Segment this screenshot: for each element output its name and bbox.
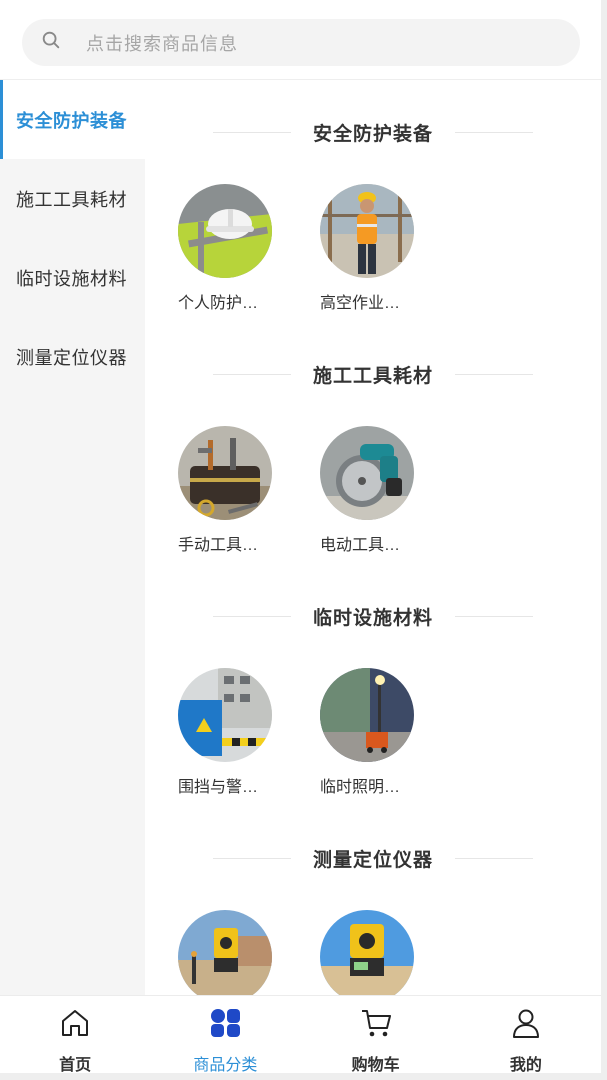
- product-name: 手动工具…: [178, 537, 259, 554]
- tab-home[interactable]: 首页: [0, 996, 150, 1074]
- light-tower-image: [320, 668, 414, 762]
- product-name: 电动工具…: [320, 537, 401, 554]
- toolbag-image: [178, 426, 272, 520]
- product-item-power-tools[interactable]: 电动工具…: [320, 426, 462, 555]
- sidebar-item-safety[interactable]: 安全防护装备: [0, 80, 145, 159]
- bottom-tab-bar: 首页 商品分类 购物车 我的: [0, 995, 601, 1074]
- product-name: 围挡与警…: [178, 779, 259, 796]
- section-title: 安全防护装备: [312, 123, 433, 145]
- divider: [455, 615, 533, 617]
- section-header: 施工工具耗材: [145, 360, 601, 388]
- fence-image: [178, 668, 272, 762]
- tab-label: 首页: [59, 1057, 92, 1074]
- section-title: 施工工具耗材: [312, 365, 433, 387]
- tab-category[interactable]: 商品分类: [150, 996, 300, 1074]
- category-sidebar: 安全防护装备 施工工具耗材 临时设施材料 测量定位仪器: [0, 80, 145, 995]
- divider: [212, 131, 291, 133]
- user-icon: [509, 1006, 543, 1045]
- section-tools: 施工工具耗材 手动工具… 电动工具…: [145, 322, 601, 564]
- search-header: 点击搜索商品信息: [0, 0, 601, 80]
- product-name: 高空作业…: [320, 295, 401, 312]
- product-list: 手动工具… 电动工具…: [178, 426, 462, 555]
- product-item-temporary-lighting[interactable]: 临时照明…: [320, 668, 462, 797]
- section-title: 临时设施材料: [312, 607, 433, 629]
- sidebar-item-tools[interactable]: 施工工具耗材: [0, 159, 145, 238]
- product-list: [178, 910, 462, 995]
- cart-icon: [359, 1006, 393, 1045]
- section-safety: 安全防护装备 个人防护… 高空作业…: [145, 80, 601, 322]
- tab-cart[interactable]: 购物车: [301, 996, 451, 1074]
- tab-label: 我的: [509, 1057, 542, 1074]
- category-icon: [208, 1006, 242, 1045]
- product-list: 个人防护… 高空作业…: [178, 184, 462, 313]
- product-item-hand-tools[interactable]: 手动工具…: [178, 426, 320, 555]
- section-header: 临时设施材料: [145, 602, 601, 630]
- frame-edge: [601, 0, 607, 1080]
- divider: [212, 615, 291, 617]
- divider: [455, 131, 533, 133]
- divider: [212, 373, 291, 375]
- tab-profile[interactable]: 我的: [451, 996, 601, 1074]
- search-input[interactable]: 点击搜索商品信息: [22, 19, 580, 66]
- frame-edge: [0, 1073, 607, 1080]
- tab-label: 购物车: [351, 1057, 400, 1074]
- app-screen: 点击搜索商品信息 安全防护装备 施工工具耗材 临时设施材料 测量定位仪器 安全防…: [0, 0, 607, 1080]
- tab-label: 商品分类: [193, 1057, 258, 1074]
- total-station-image: [320, 910, 414, 995]
- section-title: 测量定位仪器: [312, 849, 433, 871]
- sidebar-item-survey[interactable]: 测量定位仪器: [0, 317, 145, 396]
- section-survey: 测量定位仪器: [145, 806, 601, 995]
- divider: [212, 857, 291, 859]
- total-station-image: [178, 910, 272, 995]
- product-item-survey-1[interactable]: [178, 910, 320, 995]
- home-icon: [58, 1006, 92, 1045]
- product-item-survey-2[interactable]: [320, 910, 462, 995]
- category-content[interactable]: 安全防护装备 个人防护… 高空作业… 施工工具耗材 手动工具… 电动工具… 临时…: [145, 80, 601, 995]
- divider: [455, 373, 533, 375]
- worker-image: [320, 184, 414, 278]
- divider: [455, 857, 533, 859]
- search-placeholder: 点击搜索商品信息: [86, 33, 238, 54]
- product-list: 围挡与警… 临时照明…: [178, 668, 462, 797]
- sidebar-item-temporary[interactable]: 临时设施材料: [0, 238, 145, 317]
- product-name: 临时照明…: [320, 779, 401, 796]
- product-item-personal-protection[interactable]: 个人防护…: [178, 184, 320, 313]
- section-header: 安全防护装备: [145, 118, 601, 146]
- section-temporary: 临时设施材料 围挡与警… 临时照明…: [145, 564, 601, 806]
- product-item-height-work[interactable]: 高空作业…: [320, 184, 462, 313]
- search-icon: [40, 29, 62, 56]
- product-item-fence-warning[interactable]: 围挡与警…: [178, 668, 320, 797]
- section-header: 测量定位仪器: [145, 844, 601, 872]
- circular-saw-image: [320, 426, 414, 520]
- helmet-vest-image: [178, 184, 272, 278]
- product-name: 个人防护…: [178, 295, 259, 312]
